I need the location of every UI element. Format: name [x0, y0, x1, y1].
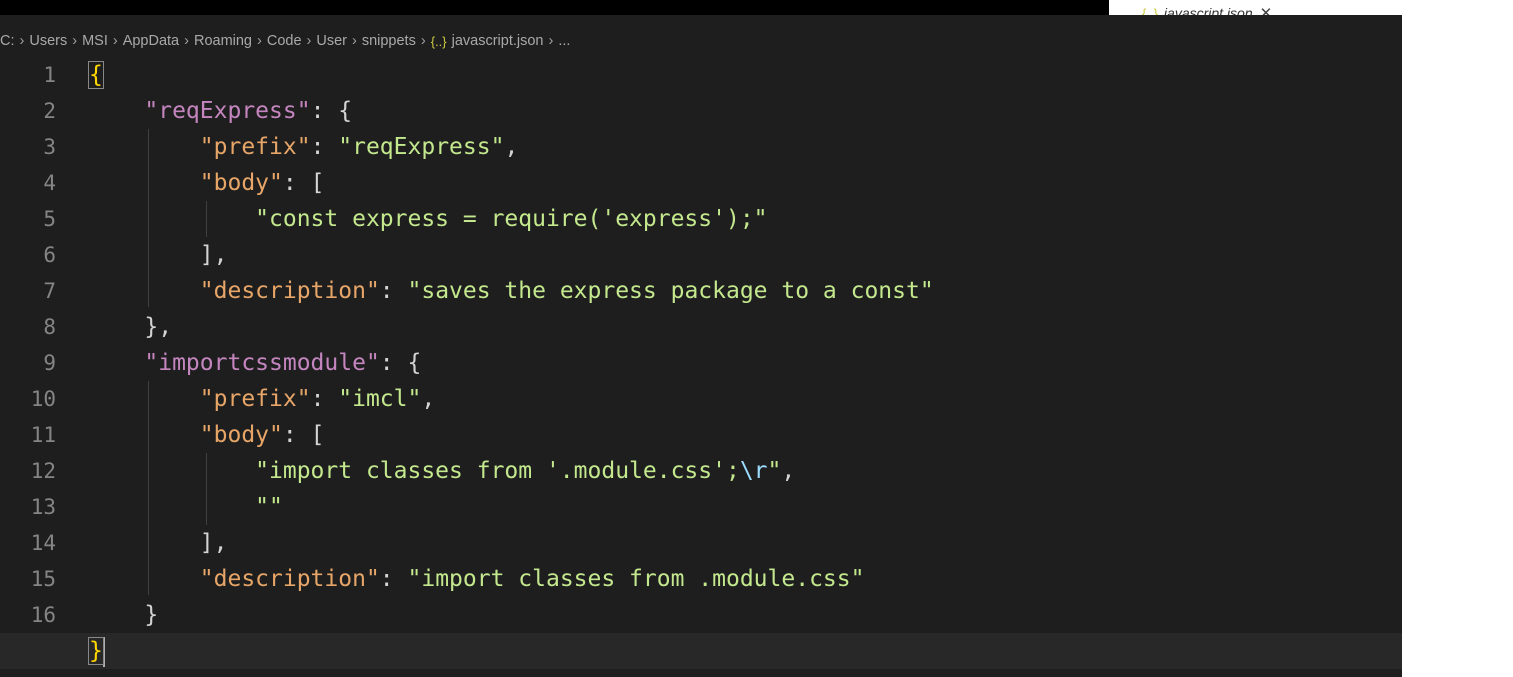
- code-line: "body": [: [89, 165, 1402, 201]
- breadcrumb-item[interactable]: C:: [0, 33, 15, 49]
- breadcrumb-item[interactable]: MSI: [82, 33, 108, 49]
- json-key: "description": [199, 278, 380, 304]
- code-line: "prefix": "imcl",: [199, 386, 436, 412]
- punctuation: : [: [282, 170, 325, 196]
- breadcrumb-item[interactable]: Users: [29, 33, 67, 49]
- line-number: 16: [30, 603, 56, 627]
- line-number: 9: [43, 351, 56, 375]
- breadcrumb-more[interactable]: ...: [558, 33, 570, 49]
- json-key: "body": [199, 422, 283, 448]
- json-string: ": [767, 458, 782, 484]
- punctuation: : [: [282, 422, 325, 448]
- line-number: 3: [43, 135, 56, 159]
- breadcrumb-item[interactable]: User: [316, 33, 347, 49]
- chevron-right-icon: ›: [257, 33, 262, 49]
- json-key: "prefix": [199, 386, 311, 412]
- chevron-right-icon: ›: [548, 33, 554, 49]
- punctuation: ],: [199, 530, 228, 556]
- breadcrumb-item[interactable]: snippets: [362, 33, 416, 49]
- code-line: "import classes from '.module.css';\r",: [255, 458, 796, 484]
- json-string: "const express = require('express');": [255, 206, 768, 232]
- json-string: "saves the express package to a const": [407, 278, 934, 304]
- line-number: 1: [43, 63, 56, 87]
- line-number: 10: [30, 387, 56, 411]
- code-line: "reqExpress": {: [89, 93, 1402, 129]
- punctuation: }: [144, 602, 159, 628]
- line-number: 13: [30, 495, 56, 519]
- escape-sequence: \r: [739, 458, 768, 484]
- code-line: {: [88, 57, 1402, 93]
- json-string: "imcl": [338, 386, 422, 412]
- line-number: 5: [43, 207, 56, 231]
- line-number: 15: [30, 567, 56, 591]
- punctuation: : {: [310, 98, 353, 124]
- window-top-bar: [0, 0, 1109, 15]
- chevron-right-icon: ›: [72, 33, 78, 49]
- code-line: "body": [: [89, 417, 1402, 453]
- json-string: "reqExpress": [338, 134, 505, 160]
- breadcrumb-file[interactable]: javascript.json: [452, 33, 544, 49]
- json-string: "": [255, 494, 283, 520]
- json-key: "reqExpress": [144, 98, 311, 124]
- json-key: "body": [199, 170, 283, 196]
- code-line: },: [89, 309, 1402, 345]
- json-key: "description": [199, 566, 380, 592]
- json-file-icon: {..}: [430, 33, 447, 49]
- chevron-right-icon: ›: [112, 33, 118, 49]
- chevron-right-icon: ›: [306, 33, 312, 49]
- line-number: 12: [30, 459, 56, 483]
- line-number: 6: [43, 243, 56, 267]
- punctuation: : {: [379, 350, 422, 376]
- code-line: "description": "saves the express packag…: [199, 278, 934, 304]
- line-number: 11: [30, 423, 56, 447]
- breadcrumb-item[interactable]: Code: [267, 33, 302, 49]
- line-number-gutter: 1 2 3 4 5 6 7 8 9 10 11 12 13 14 15 16 1…: [0, 57, 60, 669]
- code-line: ],: [89, 525, 1402, 561]
- code-line: "prefix": "reqExpress",: [199, 134, 519, 160]
- breadcrumb-item[interactable]: AppData: [123, 33, 179, 49]
- chevron-right-icon: ›: [351, 33, 357, 49]
- brace: {: [88, 61, 104, 89]
- blank-region-bottom: [1402, 647, 1513, 677]
- code-line: ],: [89, 237, 1402, 273]
- code-content[interactable]: { "reqExpress": { "prefix": "reqExpress"…: [0, 57, 1402, 669]
- line-number: 2: [43, 99, 56, 123]
- line-number: 4: [43, 171, 56, 195]
- code-line: "const express = require('express');": [89, 201, 1402, 237]
- chevron-right-icon: ›: [184, 33, 189, 49]
- json-key: "importcssmodule": [144, 350, 380, 376]
- brace: }: [88, 637, 104, 665]
- code-line: }: [89, 597, 1402, 633]
- code-line: "": [89, 489, 1402, 525]
- code-line: "description": "import classes from .mod…: [199, 566, 865, 592]
- code-line-current: }: [0, 633, 1402, 669]
- json-key: "prefix": [199, 134, 311, 160]
- punctuation: ],: [199, 242, 228, 268]
- chevron-right-icon: ›: [19, 33, 25, 49]
- line-number: 7: [43, 279, 56, 303]
- breadcrumb: C: › Users › MSI › AppData › Roaming › Code › …: [0, 27, 1109, 55]
- line-number: 14: [30, 531, 56, 555]
- json-string: "import classes from '.module.css';: [255, 458, 740, 484]
- chevron-right-icon: ›: [420, 33, 426, 49]
- code-line: "importcssmodule": {: [89, 345, 1402, 381]
- json-string: "import classes from .module.css": [407, 566, 865, 592]
- line-number: 8: [43, 315, 56, 339]
- punctuation: },: [144, 314, 173, 340]
- text-cursor: [102, 636, 105, 667]
- breadcrumb-item[interactable]: Roaming: [194, 33, 252, 49]
